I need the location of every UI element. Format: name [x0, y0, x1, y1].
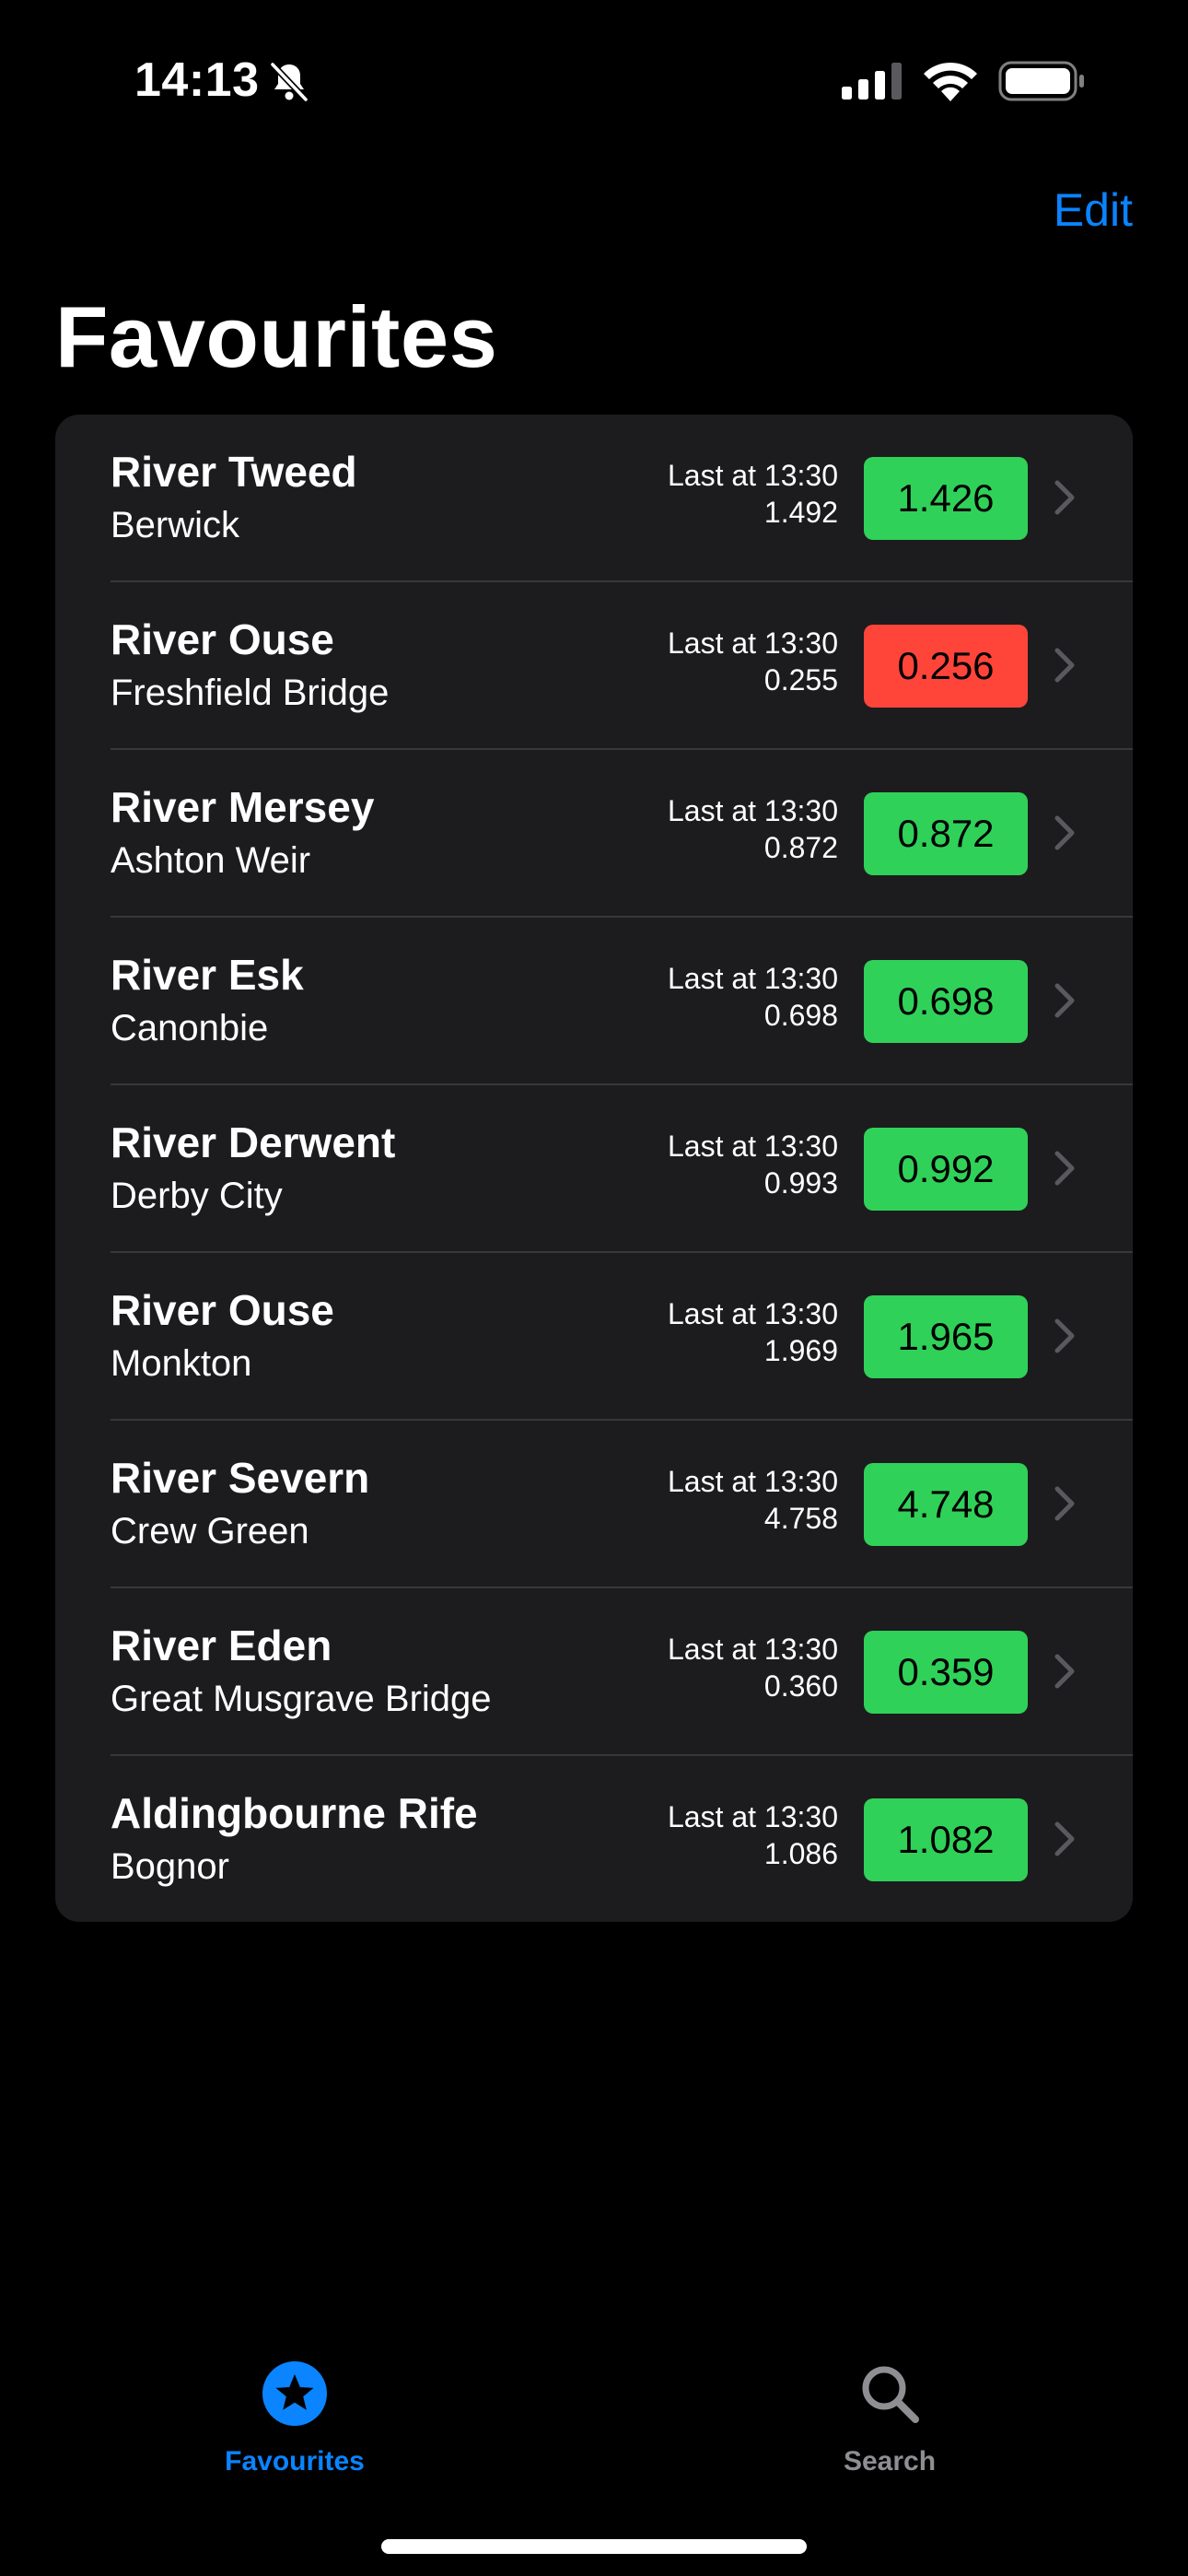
current-reading-badge: 0.698	[864, 960, 1028, 1043]
last-reading-value: 0.255	[763, 663, 838, 697]
wifi-icon	[924, 62, 977, 101]
current-reading-badge: 1.965	[864, 1295, 1028, 1378]
river-name: Aldingbourne Rife	[111, 1789, 478, 1837]
station-name: Derby City	[111, 1176, 283, 1216]
favourite-row[interactable]: River Esk Canonbie Last at 13:30 0.698 0…	[55, 918, 1133, 1085]
favourite-row[interactable]: River Derwent Derby City Last at 13:30 0…	[55, 1085, 1133, 1253]
river-name: River Ouse	[111, 1286, 334, 1334]
last-reading-value: 0.360	[763, 1669, 838, 1703]
current-reading-badge: 0.872	[864, 792, 1028, 875]
current-reading-badge: 1.426	[864, 457, 1028, 540]
last-reading-label: Last at 13:30	[667, 794, 838, 827]
station-name: Freshfield Bridge	[111, 673, 390, 713]
chevron-right-icon	[1054, 648, 1075, 683]
last-reading-value: 4.758	[763, 1502, 838, 1535]
bell-slash-icon	[270, 62, 309, 102]
home-indicator	[381, 2539, 807, 2554]
edit-button[interactable]: Edit	[1054, 181, 1133, 240]
river-name: River Tweed	[111, 448, 357, 496]
current-reading-badge: 0.256	[864, 625, 1028, 708]
current-reading-badge: 0.359	[864, 1631, 1028, 1714]
chevron-right-icon	[1054, 1318, 1075, 1353]
current-reading-badge: 0.992	[864, 1128, 1028, 1211]
river-name: River Derwent	[111, 1118, 396, 1166]
station-name: Crew Green	[111, 1511, 309, 1551]
last-reading-label: Last at 13:30	[667, 1633, 838, 1666]
chevron-right-icon	[1054, 480, 1075, 515]
last-reading-value: 1.086	[763, 1837, 838, 1870]
chevron-right-icon	[1054, 1486, 1075, 1521]
station-name: Bognor	[111, 1846, 229, 1887]
favourites-list: River Tweed Berwick Last at 13:30 1.492 …	[55, 415, 1133, 1922]
search-icon	[862, 2366, 919, 2423]
chevron-right-icon	[1054, 1654, 1075, 1689]
river-name: River Severn	[111, 1454, 370, 1502]
status-time: 14:13	[134, 53, 260, 107]
star-icon	[262, 2361, 327, 2426]
favourite-row[interactable]: River Tweed Berwick Last at 13:30 1.492 …	[55, 415, 1133, 582]
station-name: Ashton Weir	[111, 840, 311, 881]
river-name: River Ouse	[111, 615, 334, 663]
last-reading-label: Last at 13:30	[667, 1297, 838, 1330]
chevron-right-icon	[1054, 1821, 1075, 1856]
tab-favourites-label: Favourites	[225, 2446, 365, 2476]
station-name: Great Musgrave Bridge	[111, 1679, 492, 1719]
station-name: Canonbie	[111, 1008, 269, 1048]
favourite-row[interactable]: Aldingbourne Rife Bognor Last at 13:30 1…	[55, 1756, 1133, 1922]
station-name: Berwick	[111, 505, 240, 545]
current-reading-badge: 1.082	[864, 1798, 1028, 1881]
river-name: River Esk	[111, 951, 304, 999]
last-reading-value: 0.993	[763, 1166, 838, 1200]
tab-search-label: Search	[843, 2446, 937, 2476]
last-reading-label: Last at 13:30	[667, 1800, 838, 1833]
chevron-right-icon	[1054, 983, 1075, 1018]
station-name: Monkton	[111, 1343, 252, 1384]
last-reading-label: Last at 13:30	[667, 962, 838, 995]
river-name: River Eden	[111, 1622, 332, 1669]
chevron-right-icon	[1054, 815, 1075, 850]
page-title: Favourites	[55, 288, 498, 385]
tab-search[interactable]: Search	[779, 2360, 1000, 2499]
favourite-row[interactable]: River Eden Great Musgrave Bridge Last at…	[55, 1588, 1133, 1756]
favourite-row[interactable]: River Ouse Monkton Last at 13:30 1.969 1…	[55, 1253, 1133, 1421]
favourite-row[interactable]: River Mersey Ashton Weir Last at 13:30 0…	[55, 750, 1133, 918]
last-reading-value: 1.969	[763, 1334, 838, 1367]
tab-favourites[interactable]: Favourites	[184, 2360, 405, 2499]
battery-icon	[998, 61, 1084, 101]
last-reading-value: 1.492	[763, 496, 838, 529]
last-reading-value: 0.698	[763, 999, 838, 1032]
chevron-right-icon	[1054, 1151, 1075, 1186]
last-reading-value: 0.872	[763, 831, 838, 864]
status-bar: 14:13	[0, 0, 1188, 157]
last-reading-label: Last at 13:30	[667, 626, 838, 660]
cellular-signal-icon	[842, 63, 902, 100]
river-name: River Mersey	[111, 783, 375, 831]
favourite-row[interactable]: River Ouse Freshfield Bridge Last at 13:…	[55, 582, 1133, 750]
last-reading-label: Last at 13:30	[667, 1130, 838, 1163]
last-reading-label: Last at 13:30	[667, 1465, 838, 1498]
favourite-row[interactable]: River Severn Crew Green Last at 13:30 4.…	[55, 1421, 1133, 1588]
last-reading-label: Last at 13:30	[667, 459, 838, 492]
current-reading-badge: 4.748	[864, 1463, 1028, 1546]
